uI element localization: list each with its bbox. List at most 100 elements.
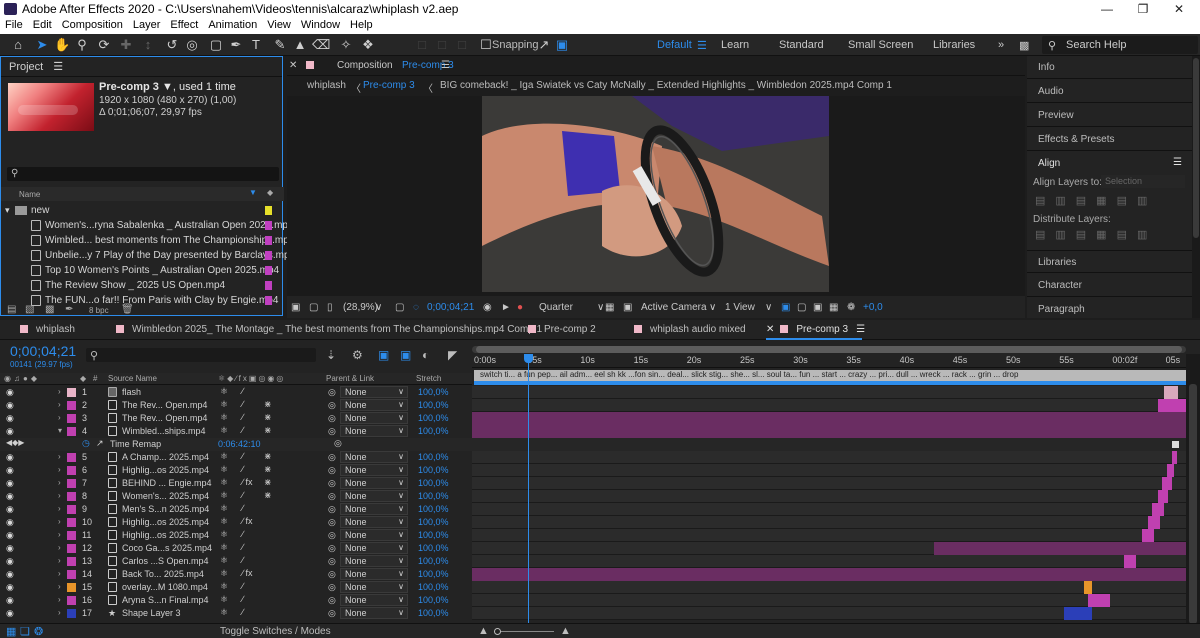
chevron-right-icon[interactable]: ›	[58, 543, 61, 552]
layer-name[interactable]: A Champ... 2025.mp4	[122, 452, 209, 462]
chevron-right-icon[interactable]: ›	[58, 478, 61, 487]
breadcrumb-item[interactable]: whiplash	[307, 80, 346, 91]
selection-tool-icon[interactable]: ➤	[34, 37, 50, 53]
view-axis-icon[interactable]: □	[454, 37, 470, 53]
fit-icon[interactable]: ▢	[395, 302, 404, 313]
more-workspaces-icon[interactable]: »	[998, 39, 1004, 51]
layer-row[interactable]: ◉ › 10 Highlig...os 2025.mp4 ⚛ ∕fx ◎ None 100,0%	[0, 516, 472, 529]
layer-row[interactable]: ◉ › 6 Highlig...os 2025.mp4 ⚛ ∕ ⋇ ◎ None 100,0%	[0, 464, 472, 477]
layer-row[interactable]: ◉ ▾ 4 Wimbled...ships.mp4 ⚛ ∕ ⋇ ◎ None 100,0%	[0, 425, 472, 438]
collapse-switch-icon[interactable]: ⚛	[220, 451, 228, 462]
timeline-timecode[interactable]: 0;00;04;21	[10, 343, 76, 359]
layer-row[interactable]: ◉ › 9 Men's S...n 2025.mp4 ⚛ ∕ ◎ None 100,0%	[0, 503, 472, 516]
zoom-out-icon[interactable]: ▲	[478, 625, 489, 637]
collapse-switch-icon[interactable]: ⚛	[220, 425, 228, 436]
stretch-value[interactable]: 100,0%	[418, 491, 449, 501]
new-composition-icon[interactable]: ▩	[45, 304, 54, 315]
project-settings-icon[interactable]: ✒	[65, 304, 73, 315]
layer-name[interactable]: Highlig...os 2025.mp4	[122, 530, 209, 540]
visibility-eye-icon[interactable]: ◉	[6, 608, 14, 619]
workspace-libraries[interactable]: Libraries	[933, 39, 975, 51]
layer-duration-bar[interactable]	[1162, 477, 1172, 490]
menu-composition[interactable]: Composition	[57, 18, 128, 31]
quality-switch-icon[interactable]: ∕	[242, 425, 244, 435]
preview-panel-tab[interactable]: Preview	[1027, 104, 1192, 127]
chevron-down-icon[interactable]: ∨	[597, 302, 604, 313]
stretch-value[interactable]: 100,0%	[418, 400, 449, 410]
stretch-value[interactable]: 100,0%	[418, 543, 449, 553]
parent-select[interactable]: None	[340, 412, 408, 424]
layer-duration-bar[interactable]	[1064, 607, 1092, 620]
in-out-panes-icon[interactable]: ❏	[20, 625, 30, 638]
chevron-right-icon[interactable]: ›	[58, 491, 61, 500]
stretch-value[interactable]: 100,0%	[418, 608, 449, 618]
layer-name[interactable]: Men's S...n 2025.mp4	[122, 504, 209, 514]
graph-editor-icon[interactable]: ◤	[448, 348, 457, 362]
timeline-search-input[interactable]: ⚲	[86, 348, 316, 362]
time-remap-value[interactable]: 0:06:42:10	[218, 439, 261, 449]
quality-switch-icon[interactable]: ∕	[242, 555, 244, 565]
layer-label-color[interactable]	[67, 609, 76, 618]
quality-switch-icon[interactable]: ∕	[242, 529, 244, 539]
layer-duration-bar[interactable]	[1158, 399, 1186, 412]
chevron-right-icon[interactable]: ▾	[58, 426, 62, 435]
workspace-default[interactable]: Default	[657, 39, 692, 51]
chevron-down-icon[interactable]: ∨	[375, 302, 382, 313]
layer-duration-bar[interactable]	[1124, 555, 1136, 568]
expression-pickwhip-icon[interactable]: ◎	[334, 438, 342, 449]
panel-menu-icon[interactable]: ☰	[1173, 157, 1182, 168]
menu-animation[interactable]: Animation	[203, 18, 262, 31]
stretch-value[interactable]: 100,0%	[418, 595, 449, 605]
trash-icon[interactable]: 🗑	[121, 304, 134, 315]
layer-label-color[interactable]	[67, 479, 76, 488]
frame-blend-icon[interactable]: ⋇	[264, 399, 272, 410]
breadcrumb-item[interactable]: BIG comeback! _ Iga Swiatek vs Caty McNa…	[440, 80, 892, 91]
show-snapshot-icon[interactable]: ►	[501, 302, 511, 313]
stretch-panes-icon[interactable]: ❂	[34, 625, 43, 638]
quality-switch-icon[interactable]: ∕	[242, 451, 244, 461]
stretch-value[interactable]: 100,0%	[418, 504, 449, 514]
menu-file[interactable]: File	[0, 18, 28, 31]
keyframe-marker[interactable]	[1172, 441, 1179, 448]
stretch-value[interactable]: 100,0%	[418, 517, 449, 527]
list-item[interactable]: Top 10 Women's Points _ Australian Open …	[1, 263, 284, 278]
frame-blend-icon[interactable]: ⋇	[264, 425, 272, 436]
layer-duration-bar[interactable]	[1164, 386, 1178, 399]
roto-brush-icon[interactable]: ✧	[338, 37, 354, 53]
label-tag-icon[interactable]: ◆	[80, 374, 86, 383]
list-item[interactable]: The Review Show _ 2025 US Open.mp4	[1, 278, 284, 293]
layer-row[interactable]: ◉ › 14 Back To... 2025.mp4 ⚛ ∕fx ◎ None 100,0%	[0, 568, 472, 581]
parent-pickwhip-icon[interactable]: ◎	[328, 582, 336, 593]
visibility-eye-icon[interactable]: ◉	[6, 387, 14, 398]
parent-pickwhip-icon[interactable]: ◎	[328, 504, 336, 515]
zoom-tool-icon[interactable]: ⚲	[74, 37, 90, 53]
close-button[interactable]: ✕	[1156, 0, 1200, 18]
stretch-column[interactable]: Stretch	[416, 374, 441, 383]
snapshot-icon[interactable]: ◉	[483, 302, 492, 313]
timeline-link-icon[interactable]: ▣	[813, 302, 822, 313]
parent-select[interactable]: None	[340, 607, 408, 619]
parent-pickwhip-icon[interactable]: ◎	[328, 400, 336, 411]
frame-blend-icon[interactable]: ⋇	[264, 464, 272, 475]
stretch-value[interactable]: 100,0%	[418, 478, 449, 488]
fast-preview-icon[interactable]: ▢	[797, 302, 806, 313]
visibility-eye-icon[interactable]: ◉	[6, 478, 14, 489]
stretch-value[interactable]: 100,0%	[418, 569, 449, 579]
always-preview-icon[interactable]: ▣	[291, 302, 300, 313]
transparency-grid-icon[interactable]: ▦	[605, 302, 614, 313]
quality-switch-icon[interactable]: ∕	[242, 594, 244, 604]
grid-guides-icon[interactable]: ▣	[623, 302, 632, 313]
parent-pickwhip-icon[interactable]: ◎	[328, 426, 336, 437]
exposure-icon[interactable]: ❁	[847, 302, 855, 313]
world-axis-icon[interactable]: □	[434, 37, 450, 53]
parent-select[interactable]: None	[340, 490, 408, 502]
breadcrumb-item-active[interactable]: Pre-comp 3	[363, 80, 415, 91]
visibility-eye-icon[interactable]: ◉	[6, 400, 14, 411]
quality-switch-icon[interactable]: ∕	[242, 542, 244, 552]
parent-select[interactable]: None	[340, 451, 408, 463]
collapse-switch-icon[interactable]: ⚛	[220, 594, 228, 605]
parent-pickwhip-icon[interactable]: ◎	[328, 478, 336, 489]
new-folder-icon[interactable]: ▧	[25, 304, 34, 315]
align-panel-tab[interactable]: Align	[1038, 158, 1060, 169]
visibility-eye-icon[interactable]: ◉	[6, 530, 14, 541]
